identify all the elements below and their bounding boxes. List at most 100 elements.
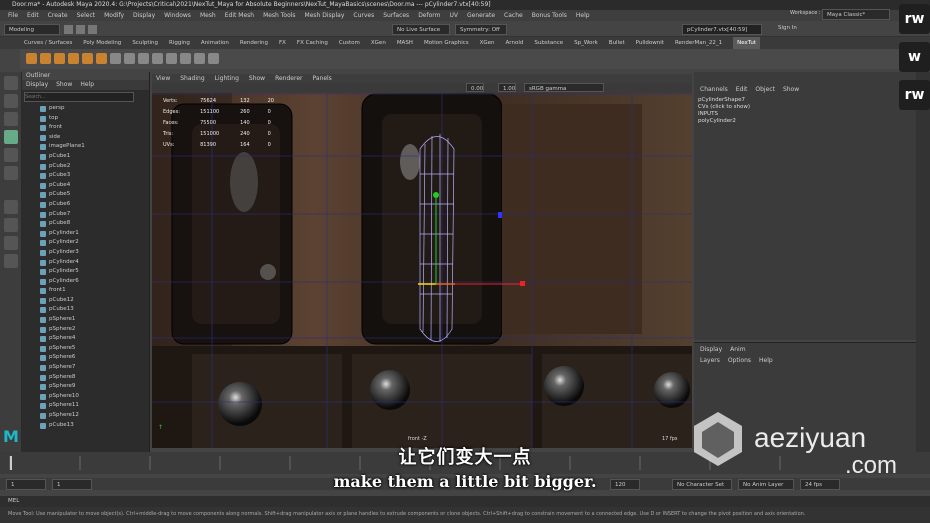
- outliner-item[interactable]: pCube8: [40, 219, 149, 229]
- outliner-menu-item[interactable]: Show: [56, 80, 72, 90]
- menu-edit[interactable]: Edit: [27, 10, 39, 21]
- outliner-item[interactable]: pSphere11: [40, 401, 149, 411]
- outliner-item[interactable]: pCube5: [40, 190, 149, 200]
- layout-outliner-icon[interactable]: [4, 254, 18, 268]
- symmetry-dropdown[interactable]: Symmetry: Off: [455, 24, 507, 35]
- viewport-menu-item[interactable]: Renderer: [275, 74, 302, 83]
- live-surface-field[interactable]: No Live Surface: [392, 24, 450, 35]
- shelf-tab-16[interactable]: Bullet: [609, 37, 625, 49]
- outliner-search-input[interactable]: [24, 92, 134, 102]
- outliner-item[interactable]: pCube6: [40, 200, 149, 210]
- menu-edit-mesh[interactable]: Edit Mesh: [225, 10, 254, 21]
- channel-box-item[interactable]: CVs (click to show): [694, 104, 916, 111]
- shelf-tool-icon[interactable]: [96, 53, 107, 64]
- menu-help[interactable]: Help: [576, 10, 590, 21]
- shelf-tool-icon[interactable]: [82, 53, 93, 64]
- gamma-field[interactable]: 1.00: [498, 83, 516, 92]
- channel-box-item[interactable]: INPUTS: [694, 111, 916, 118]
- shelf-tab-10[interactable]: MASH: [397, 37, 413, 49]
- outliner-item[interactable]: pCylinder5: [40, 267, 149, 277]
- menu-modify[interactable]: Modify: [104, 10, 124, 21]
- shelf-tab-9[interactable]: XGen: [371, 37, 386, 49]
- mode-dropdown[interactable]: Modeling: [4, 24, 60, 35]
- shelf-tab-8[interactable]: Custom: [339, 37, 360, 49]
- outliner-item[interactable]: pCylinder4: [40, 258, 149, 268]
- open-scene-icon[interactable]: [76, 25, 85, 34]
- layout-single-icon[interactable]: [4, 200, 18, 214]
- menu-deform[interactable]: Deform: [418, 10, 440, 21]
- outliner-item[interactable]: pCylinder1: [40, 229, 149, 239]
- shelf-tool-icon[interactable]: [68, 53, 79, 64]
- scale-tool-icon[interactable]: [4, 166, 18, 180]
- menu-select[interactable]: Select: [77, 10, 96, 21]
- shelf-tool-icon[interactable]: [40, 53, 51, 64]
- shelf-tool-icon[interactable]: [194, 53, 205, 64]
- shelf-tab-2[interactable]: Sculpting: [132, 37, 158, 49]
- outliner-menu-item[interactable]: Display: [26, 80, 48, 90]
- outliner-item[interactable]: pCube7: [40, 210, 149, 220]
- menu-file[interactable]: File: [8, 10, 18, 21]
- layout-side-icon[interactable]: [4, 236, 18, 250]
- outliner-item[interactable]: pCube13: [40, 305, 149, 315]
- shelf-tab-13[interactable]: Arnold: [506, 37, 524, 49]
- shelf-tab-15[interactable]: Sp_Work: [574, 37, 598, 49]
- layer-menu-item[interactable]: Options: [728, 357, 751, 364]
- shelf-tab-12[interactable]: XGen: [480, 37, 495, 49]
- select-tool-icon[interactable]: [4, 76, 18, 90]
- signin-link[interactable]: Sign In: [778, 25, 797, 31]
- viewport-menu-item[interactable]: View: [156, 74, 170, 83]
- outliner-item[interactable]: pCube3: [40, 171, 149, 181]
- menu-surfaces[interactable]: Surfaces: [383, 10, 409, 21]
- layer-menu-item[interactable]: Help: [759, 357, 773, 364]
- outliner-item[interactable]: pCube4: [40, 181, 149, 191]
- viewport-menu-item[interactable]: Show: [249, 74, 265, 83]
- channel-box-menu-item[interactable]: Channels: [700, 86, 728, 93]
- outliner-item[interactable]: front: [40, 123, 149, 133]
- menu-cache[interactable]: Cache: [504, 10, 523, 21]
- shelf-tool-icon[interactable]: [180, 53, 191, 64]
- shelf-tab-1[interactable]: Poly Modeling: [83, 37, 121, 49]
- outliner-item[interactable]: pCylinder3: [40, 248, 149, 258]
- outliner-item[interactable]: pCylinder2: [40, 238, 149, 248]
- layout-four-icon[interactable]: [4, 218, 18, 232]
- shelf-tab-4[interactable]: Animation: [201, 37, 229, 49]
- outliner-item[interactable]: pCube13: [40, 421, 149, 431]
- command-line[interactable]: MEL: [0, 496, 930, 507]
- viewport-menu-item[interactable]: Lighting: [215, 74, 239, 83]
- channel-box-menu-item[interactable]: Show: [783, 86, 799, 93]
- outliner-item[interactable]: pSphere5: [40, 344, 149, 354]
- outliner-item[interactable]: side: [40, 133, 149, 143]
- move-tool-icon[interactable]: [4, 130, 18, 144]
- outliner-item[interactable]: persp: [40, 104, 149, 114]
- shelf-tab-11[interactable]: Motion Graphics: [424, 37, 469, 49]
- outliner-item[interactable]: pCube2: [40, 162, 149, 172]
- shelf-tab-5[interactable]: Rendering: [240, 37, 268, 49]
- outliner-item[interactable]: imagePlane1: [40, 142, 149, 152]
- shelf-tool-icon[interactable]: [54, 53, 65, 64]
- layer-tab[interactable]: Anim: [730, 346, 745, 353]
- outliner-item[interactable]: top: [40, 114, 149, 124]
- outliner-item[interactable]: front1: [40, 286, 149, 296]
- menu-generate[interactable]: Generate: [467, 10, 495, 21]
- shelf-tab-18[interactable]: RenderMan_22_1: [675, 37, 722, 49]
- outliner-item[interactable]: pSphere4: [40, 334, 149, 344]
- shelf-tab-19[interactable]: NexTut: [733, 37, 760, 49]
- paint-tool-icon[interactable]: [4, 112, 18, 126]
- channel-box-menu-item[interactable]: Edit: [736, 86, 748, 93]
- outliner-item[interactable]: pSphere12: [40, 411, 149, 421]
- rotate-tool-icon[interactable]: [4, 148, 18, 162]
- outliner-item[interactable]: pCube1: [40, 152, 149, 162]
- outliner-item[interactable]: pCube12: [40, 296, 149, 306]
- new-scene-icon[interactable]: [64, 25, 73, 34]
- shelf-tool-icon[interactable]: [166, 53, 177, 64]
- shelf-tab-3[interactable]: Rigging: [169, 37, 190, 49]
- shelf-tool-icon[interactable]: [124, 53, 135, 64]
- outliner-item[interactable]: pSphere1: [40, 315, 149, 325]
- lasso-tool-icon[interactable]: [4, 94, 18, 108]
- workspace-dropdown[interactable]: Maya Classic*: [822, 9, 890, 20]
- outliner-item[interactable]: pSphere9: [40, 382, 149, 392]
- shelf-tab-6[interactable]: FX: [279, 37, 286, 49]
- menu-mesh-tools[interactable]: Mesh Tools: [263, 10, 295, 21]
- selection-field[interactable]: pCylinder7.vtx[40:59]: [682, 24, 762, 35]
- viewport-menu-item[interactable]: Shading: [180, 74, 204, 83]
